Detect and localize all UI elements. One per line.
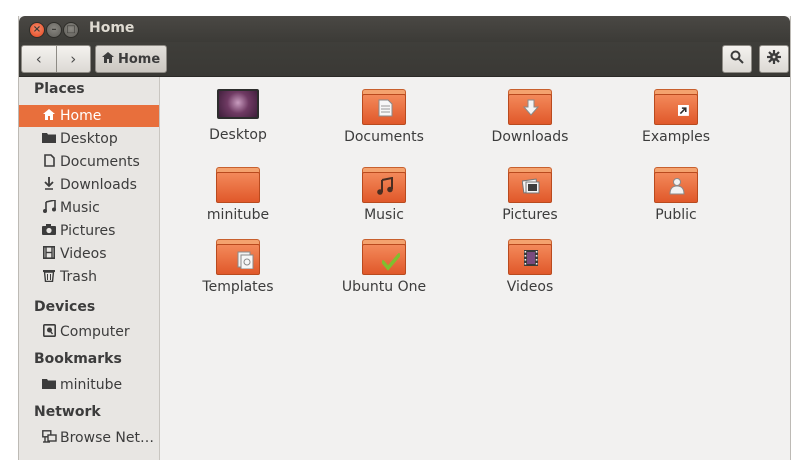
file-item-videos[interactable]: Videos [460,239,600,295]
trash-icon [41,269,57,286]
sidebar-item-label: Music [60,200,100,216]
chevron-left-icon: ‹ [35,50,42,68]
download-icon [41,176,57,194]
sidebar-item-documents[interactable]: Documents [19,151,159,173]
camera-icon [41,223,57,239]
file-item-pictures[interactable]: Pictures [460,167,600,223]
sidebar-item-label: Trash [60,269,97,285]
public-folder-icon [654,167,698,203]
sidebar-item-label: Pictures [60,223,116,239]
sidebar-section-bookmarks: Bookmarks [34,351,122,367]
close-icon: × [32,24,42,35]
sidebar-item-pictures[interactable]: Pictures [19,220,159,242]
file-item-label: Downloads [491,129,569,145]
window-title: Home [89,20,135,36]
sidebar-item-trash[interactable]: Trash [19,266,159,288]
sidebar-section-network: Network [34,404,101,420]
sidebar-item-label: Home [60,108,102,124]
sidebar-item-label: Downloads [60,177,137,193]
file-item-label: Templates [202,279,274,295]
file-item-label: Ubuntu One [341,279,427,295]
file-item-label: Examples [641,129,711,145]
file-manager-window: × – □ Home ‹ › Home Places Home Desktop … [18,16,791,460]
music-folder-icon [362,167,406,203]
maximize-button[interactable]: □ [63,22,79,38]
search-icon [730,50,744,68]
maximize-icon: □ [66,24,76,35]
file-item-label: Public [655,207,697,223]
pictures-folder-icon [508,167,552,203]
breadcrumb-home[interactable]: Home [95,45,168,73]
sidebar-item-label: minitube [60,377,123,393]
network-icon [41,429,57,447]
forward-button[interactable]: › [56,45,91,73]
sidebar-item-label: Videos [60,246,107,262]
sidebar-item-minitube[interactable]: minitube [19,374,159,396]
minimize-icon: – [51,24,57,35]
file-item-documents[interactable]: Documents [314,89,454,145]
music-icon [41,198,57,217]
sidebar-item-label: Computer [60,324,130,340]
sidebar-item-desktop[interactable]: Desktop [19,128,159,150]
file-item-label: Pictures [502,207,558,223]
file-item-templates[interactable]: Templates [168,239,308,295]
sidebar-section-places: Places [34,81,85,97]
settings-button[interactable] [759,45,789,73]
sidebar-item-label: Desktop [60,131,118,147]
folder-icon [41,132,57,147]
drive-icon [41,323,57,341]
file-item-label: Documents [344,129,424,145]
file-item-music[interactable]: Music [314,167,454,223]
sidebar-item-music[interactable]: Music [19,197,159,219]
gear-icon [767,50,781,68]
sidebar-item-browse-network[interactable]: Browse Net… [19,427,159,449]
sidebar-section-devices: Devices [34,299,96,315]
navigation-buttons: ‹ › [21,45,91,73]
folder-icon [41,378,57,393]
close-button[interactable]: × [29,22,45,38]
file-item-label: minitube [206,207,270,223]
film-icon [41,245,57,263]
sidebar-item-computer[interactable]: Computer [19,321,159,343]
file-item-examples[interactable]: Examples [606,89,746,145]
videos-folder-icon [508,239,552,275]
file-item-label: Music [364,207,404,223]
title-bar: × – □ Home [19,16,790,42]
home-icon [102,51,114,67]
file-item-downloads[interactable]: Downloads [460,89,600,145]
folder-icon [216,167,260,203]
file-item-ubuntu-one[interactable]: Ubuntu One [314,239,454,295]
sidebar-item-home[interactable]: Home [19,105,159,127]
file-item-label: Desktop [209,127,267,143]
desktop-folder-icon [217,89,259,119]
file-item-public[interactable]: Public [606,167,746,223]
downloads-folder-icon [508,89,552,125]
sidebar-item-label: Documents [60,154,140,170]
document-icon [41,153,57,171]
sidebar-item-label: Browse Net… [60,430,155,446]
documents-folder-icon [362,89,406,125]
search-button[interactable] [722,45,752,73]
sidebar: Places Home Desktop Documents Downloads … [19,77,160,460]
file-view: Desktop Documents Downloads Examples min… [160,77,790,460]
breadcrumb-label: Home [118,51,161,67]
minimize-button[interactable]: – [46,22,62,38]
file-item-desktop[interactable]: Desktop [168,89,308,143]
chevron-right-icon: › [70,50,77,68]
examples-folder-icon [654,89,698,125]
templates-folder-icon [216,239,260,275]
file-item-label: Videos [506,279,554,295]
ubuntu-one-folder-icon [362,239,406,275]
sidebar-item-downloads[interactable]: Downloads [19,174,159,196]
back-button[interactable]: ‹ [21,45,57,73]
toolbar: ‹ › Home [19,42,790,77]
file-item-minitube[interactable]: minitube [168,167,308,223]
home-icon [41,108,57,124]
sidebar-item-videos[interactable]: Videos [19,243,159,265]
